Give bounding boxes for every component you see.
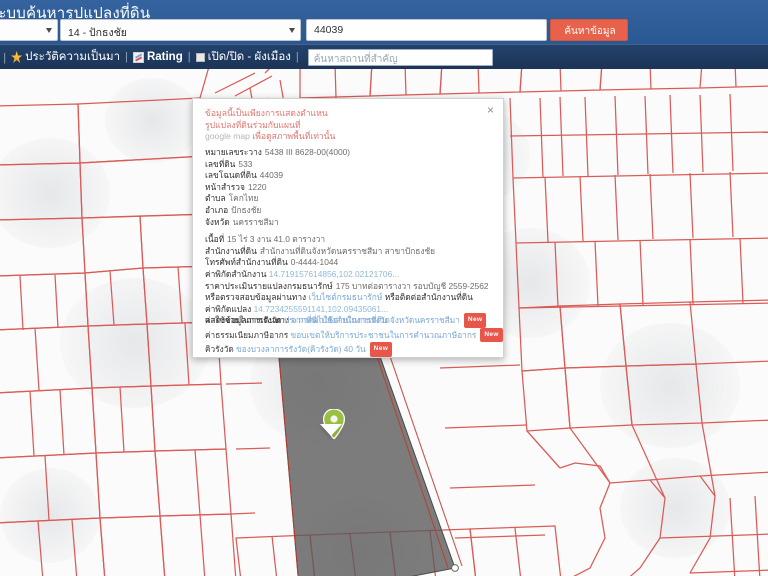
chevron-down-icon <box>46 28 52 33</box>
popup-footer-links: ค่าใช้จ่ายในการรังวัด ประกาศค่าใช้จ่ายใน… <box>205 313 503 357</box>
district-select-value: 14 - ปักธงชัย <box>68 27 127 39</box>
popup-notice-line3-rest: เพื่อดูสภาพพื้นที่เท่านั้น <box>249 131 336 141</box>
survey-cost-row: ค่าใช้จ่ายในการรังวัด ประกาศค่าใช้จ่ายใน… <box>205 313 497 328</box>
new-badge: New <box>463 313 487 328</box>
field-label: ค่าพิกัดสำนักงาน <box>205 268 267 279</box>
field-value: 1220 <box>247 181 267 192</box>
verify-row: หรือตรวจสอบข้อมูลผ่านทาง เว็บไซต์กรมธนาร… <box>205 292 497 304</box>
search-controls-row: 14 - ปักธงชัย 44039 ค้นหาข้อมูล <box>0 19 768 42</box>
new-badge: New <box>369 342 393 357</box>
new-badge: New <box>480 327 503 343</box>
nav-separator: ม | <box>0 52 7 64</box>
tax-fee-row: ค่าธรรมเนียมภาษีอากร ขอบเขตให้บริการประช… <box>205 327 503 343</box>
field-value: โคกไทย <box>228 193 259 204</box>
popup-pointer <box>320 424 342 436</box>
treasury-website-link[interactable]: เว็บไซต์กรมธนารักษ์ <box>308 292 382 302</box>
province-select[interactable] <box>0 19 58 41</box>
place-search-input[interactable]: ค้นหาสถานที่สำคัญ <box>307 48 493 66</box>
field-row: เลขที่ดิน 533 <box>205 159 497 171</box>
search-button-label: ค้นหาข้อมูล <box>564 26 616 37</box>
field-row: สำนักงานที่ดิน สำนักงานที่ดินจังหวัดนครรา… <box>205 246 497 258</box>
chevron-down-icon <box>289 28 295 33</box>
field-value: 175 บาทต่อตารางวา รอบบัญชี 2559-2562 <box>335 280 489 291</box>
nav-separator: | <box>295 51 299 63</box>
field-row: อำเภอ ปักธงชัย <box>205 205 497 217</box>
field-label: หรือตรวจสอบข้อมูลผ่านทาง <box>205 292 307 303</box>
footer-label: คิวรังวัด <box>205 344 234 355</box>
field-label: เลขโฉนดที่ดิน <box>205 170 257 181</box>
field-value: นครราชสีมา <box>232 216 279 227</box>
office-coordinate-row: ค่าพิกัดสำนักงาน 14.719157614856,102.021… <box>205 269 497 281</box>
popup-notice: ข้อมูลนี้เป็นเพียงการแสดงตำแหน รูปแปลงที… <box>205 108 485 143</box>
field-value: 15 ไร่ 3 งาน 41.0 ตารางวา <box>227 234 326 245</box>
field-label: เลขที่ดิน <box>205 158 236 169</box>
appraisal-price-row: ราคาประเมินรายแปลงกรมธนารักษ์ 175 บาทต่อต… <box>205 281 497 293</box>
layer-square-icon <box>195 52 205 62</box>
nav-item-history[interactable]: ประวัติความเป็นมา <box>11 48 120 66</box>
google-map-label: google map <box>205 131 250 141</box>
nav-item-city-plan-toggle[interactable]: เปิด/ปิด - ผังเมือง <box>195 48 291 66</box>
district-select[interactable]: 14 - ปักธงชัย <box>60 19 301 41</box>
tax-fee-link[interactable]: ขอบเขตให้บริการประชาชนในการคำนวณภาษีอากร <box>291 329 477 342</box>
top-header-bar: ระบบค้นหารูปแปลงที่ดิน 14 - ปักธงชัย 440… <box>0 0 768 44</box>
survey-cost-link[interactable]: ประกาศค่าใช้จ่ายในการรังวัดจังหวัดนครราช… <box>284 314 460 327</box>
field-value: 44039 <box>259 170 284 181</box>
close-icon[interactable]: × <box>484 104 497 117</box>
field-label: เนื้อที่ <box>205 234 225 245</box>
nav-separator: | <box>187 51 191 63</box>
popup-notice-line2: รูปแปลงที่ดินร่วมกับแผนที่ <box>205 119 301 130</box>
land-parcel-search-app: × ข้อมูลนี้เป็นเพียงการแสดงตำแหน รูปแปลง… <box>0 0 768 576</box>
star-history-icon <box>11 51 23 63</box>
footer-label: ค่าใช้จ่ายในการรังวัด <box>205 315 282 325</box>
deed-number-value: 44039 <box>314 24 344 36</box>
nav-item-history-label: ประวัติความเป็นมา <box>25 51 121 63</box>
secondary-nav-bar: ม | ประวัติความเป็นมา | Rating | เปิด/ปิ… <box>0 44 768 69</box>
nav-item-rating-label: Rating <box>146 51 183 63</box>
survey-queue-link[interactable]: ของบวงลาการรังวัด(คิวรังวัด) 40 วัน <box>236 343 366 356</box>
deed-number-input[interactable]: 44039 <box>306 19 547 41</box>
field-label: สำนักงานที่ดิน <box>205 245 257 256</box>
popup-notice-line1: ข้อมูลนี้เป็นเพียงการแสดงตำแหน <box>205 108 328 118</box>
field-label: จังหวัด <box>205 216 230 227</box>
field-value: สำนักงานที่ดินจังหวัดนครราชสีมา สาขาปักธ… <box>259 245 436 256</box>
field-value: ปักธงชัย <box>231 204 262 215</box>
field-row: เลขโฉนดที่ดิน 44039 <box>205 170 497 182</box>
field-label: หรือติดต่อสำนักงานที่ดิน <box>384 292 473 303</box>
field-label: หมายเลขระวาง <box>205 147 262 157</box>
popup-notice-line3: google map เพื่อดูสภาพพื้นที่เท่านั้น <box>205 131 485 143</box>
field-value: 0-4444-1044 <box>290 257 339 268</box>
office-coordinate-link[interactable]: 14.719157614856,102.02121706... <box>269 269 399 279</box>
field-label: หน้าสำรวจ <box>205 181 245 192</box>
field-row: หมายเลขระวาง 5438 III 8628-00(4000) <box>205 147 497 159</box>
place-search-placeholder: ค้นหาสถานที่สำคัญ <box>313 53 398 65</box>
footer-label: ค่าธรรมเนียมภาษีอากร <box>205 329 289 340</box>
field-row: หน้าสำรวจ 1220 <box>205 182 497 194</box>
field-label: โทรศัพท์สำนักงานที่ดิน <box>205 257 288 268</box>
field-row: โทรศัพท์สำนักงานที่ดิน 0-4444-1044 <box>205 257 497 269</box>
field-value: 5438 III 8628-00(4000) <box>264 147 351 157</box>
field-row: เนื้อที่ 15 ไร่ 3 งาน 41.0 ตารางวา <box>205 234 497 246</box>
nav-item-city-plan-label: เปิด/ปิด - ผังเมือง <box>207 51 291 63</box>
field-value: 533 <box>238 158 253 169</box>
popup-fields: หมายเลขระวาง 5438 III 8628-00(4000) เลขที… <box>205 147 497 327</box>
parcel-info-popup: × ข้อมูลนี้เป็นเพียงการแสดงตำแหน รูปแปลง… <box>192 98 504 358</box>
nav-separator: | <box>125 51 128 63</box>
survey-queue-row: คิวรังวัด ของบวงลาการรังวัด(คิวรังวัด) 4… <box>205 342 497 357</box>
rating-icon <box>132 51 144 63</box>
field-label: ตำบล <box>205 193 226 204</box>
field-label: อำเภอ <box>205 204 229 215</box>
field-row: จังหวัด นครราชสีมา <box>205 217 497 229</box>
field-label: ราคาประเมินรายแปลงกรมธนารักษ์ <box>205 280 333 291</box>
search-button[interactable]: ค้นหาข้อมูล <box>550 19 628 41</box>
field-row: ตำบล โคกไทย <box>205 193 497 205</box>
nav-item-rating[interactable]: Rating <box>132 51 183 63</box>
